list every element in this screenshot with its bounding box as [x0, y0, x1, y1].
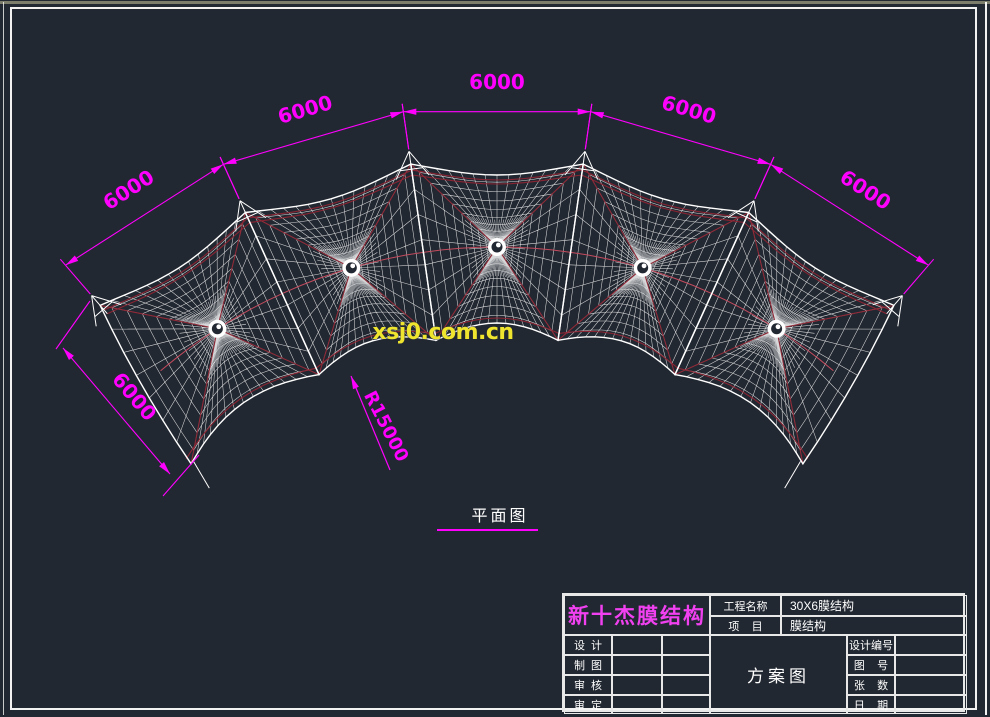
mast-hub — [342, 259, 360, 277]
dimension-arrow — [211, 164, 224, 174]
title-block: 新十杰膜结构 工程名称 30X6膜结构 项 目 膜结构 设 计 制 图 审 核 … — [562, 593, 965, 712]
dimension-arrow — [591, 112, 604, 119]
item-label: 项 目 — [710, 616, 781, 635]
dimension-line — [223, 112, 403, 165]
empty-cell — [662, 635, 710, 655]
dimension-span-5-label: 6000 — [836, 165, 896, 215]
role-draft-label: 制 图 — [564, 655, 612, 675]
mast-hub — [768, 320, 786, 338]
extension-line — [402, 104, 592, 150]
dimension-arrow — [403, 109, 416, 115]
role-check-label: 审 核 — [564, 675, 612, 695]
project-name-label: 工程名称 — [710, 595, 781, 616]
dimension-arrow — [916, 256, 929, 266]
dimension-line — [591, 112, 771, 165]
watermark-text: xsj0.com.cn — [372, 320, 513, 345]
dimension-span-2-label: 6000 — [275, 90, 335, 129]
empty-cell — [662, 675, 710, 695]
empty-cell — [662, 695, 710, 714]
mast-hub — [208, 320, 226, 338]
sheet-title: 方案图 — [710, 635, 847, 714]
empty-cell — [612, 635, 662, 655]
dimension-span-3-label: 6000 — [469, 70, 525, 94]
empty-cell — [895, 695, 967, 714]
mast-hub — [634, 259, 652, 277]
empty-cell — [662, 655, 710, 675]
empty-cell — [895, 655, 967, 675]
dimension-arrow — [66, 256, 79, 266]
dimension-arrow — [390, 112, 403, 119]
role-design-label: 设 计 — [564, 635, 612, 655]
date-label: 日 期 — [847, 695, 895, 714]
plan-view-label: 平面图 — [445, 502, 555, 524]
empty-cell — [895, 635, 967, 655]
plan-view-underline — [437, 529, 538, 531]
sheet-count-label: 张 数 — [847, 675, 895, 695]
membrane-mesh-layer — [100, 164, 894, 464]
edge-cable — [675, 213, 894, 464]
design-no-label: 设计编号 — [847, 635, 895, 655]
drawing-no-label: 图 号 — [847, 655, 895, 675]
edge-cable — [100, 213, 319, 464]
dimension-end-span-label: 6000 — [107, 367, 161, 425]
empty-cell — [612, 655, 662, 675]
mast-hub — [488, 238, 506, 256]
dimension-radius-label: R15000 — [359, 388, 412, 466]
dimension-span-4-label: 6000 — [659, 90, 719, 129]
company-name: 新十杰膜结构 — [564, 595, 710, 635]
mast-peak — [873, 296, 903, 327]
dimension-arrow — [757, 158, 770, 165]
cad-viewport: 6000 6000 6000 6000 6000 6000 R15000 xsj0.com.c… — [0, 0, 990, 717]
dimension-arrow — [771, 164, 784, 174]
empty-cell — [612, 675, 662, 695]
item-value: 膜结构 — [781, 616, 967, 635]
dimension-layer: 6000 6000 6000 6000 6000 6000 R15000 — [56, 70, 934, 496]
dimension-arrow — [351, 376, 359, 389]
empty-cell — [895, 675, 967, 695]
end-anchor-line — [194, 461, 801, 488]
dimension-span-1-label: 6000 — [99, 165, 159, 215]
mast-peak — [92, 296, 122, 327]
dimension-arrow — [223, 158, 236, 165]
project-name-value: 30X6膜结构 — [781, 595, 967, 616]
empty-cell — [612, 695, 662, 714]
dimension-arrow — [578, 109, 591, 115]
role-approve-label: 审 定 — [564, 695, 612, 714]
